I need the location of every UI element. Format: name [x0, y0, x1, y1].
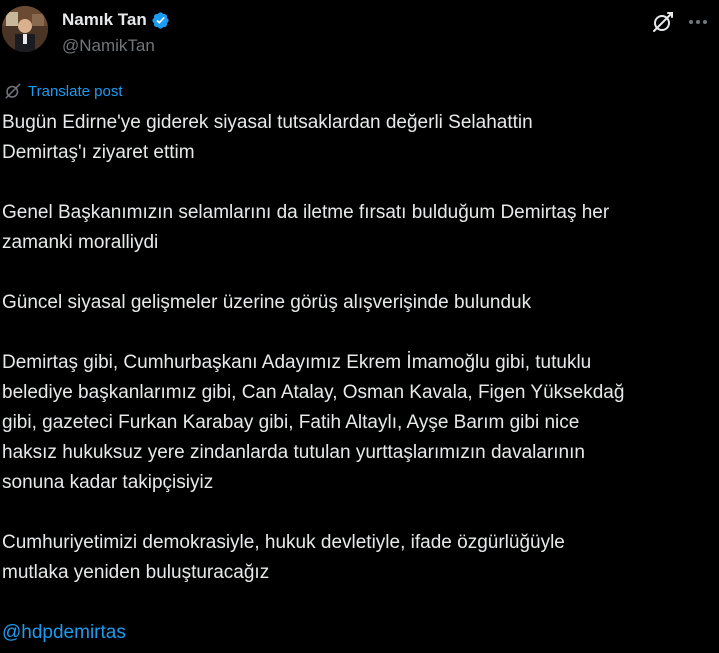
author-handle[interactable]: @NamikTan [62, 36, 155, 56]
avatar[interactable] [2, 6, 48, 52]
post-body: Bugün Edirne'ye giderek siyasal tutsakla… [2, 108, 714, 648]
author-display-name[interactable]: Namık Tan [62, 10, 147, 30]
translate-post-link[interactable]: Translate post [4, 82, 123, 100]
translate-icon [5, 83, 21, 99]
post-paragraph: Bugün Edirne'ye giderek siyasal tutsakla… [2, 112, 533, 163]
grok-button[interactable] [651, 10, 675, 34]
verified-badge-icon [152, 11, 169, 29]
mention-link[interactable]: @hdpdemirtas [2, 618, 714, 648]
more-button[interactable] [686, 10, 710, 34]
post-paragraph: Güncel siyasal gelişmeler üzerine görüş … [2, 292, 532, 313]
post-paragraph: Demirtaş gibi, Cumhurbaşkanı Adayımız Ek… [2, 352, 625, 493]
author-name-row[interactable]: Namık Tan [62, 10, 170, 30]
translate-post-label[interactable]: Translate post [28, 83, 123, 100]
more-icon [689, 20, 707, 24]
avatar-image [2, 6, 48, 52]
grok-icon [653, 12, 673, 32]
post-paragraph: Genel Başkanımızın selamlarını da iletme… [2, 202, 610, 253]
post-paragraph: Cumhuriyetimizi demokrasiyle, hukuk devl… [2, 532, 565, 583]
post-header: Namık Tan @NamikTan [0, 0, 719, 72]
